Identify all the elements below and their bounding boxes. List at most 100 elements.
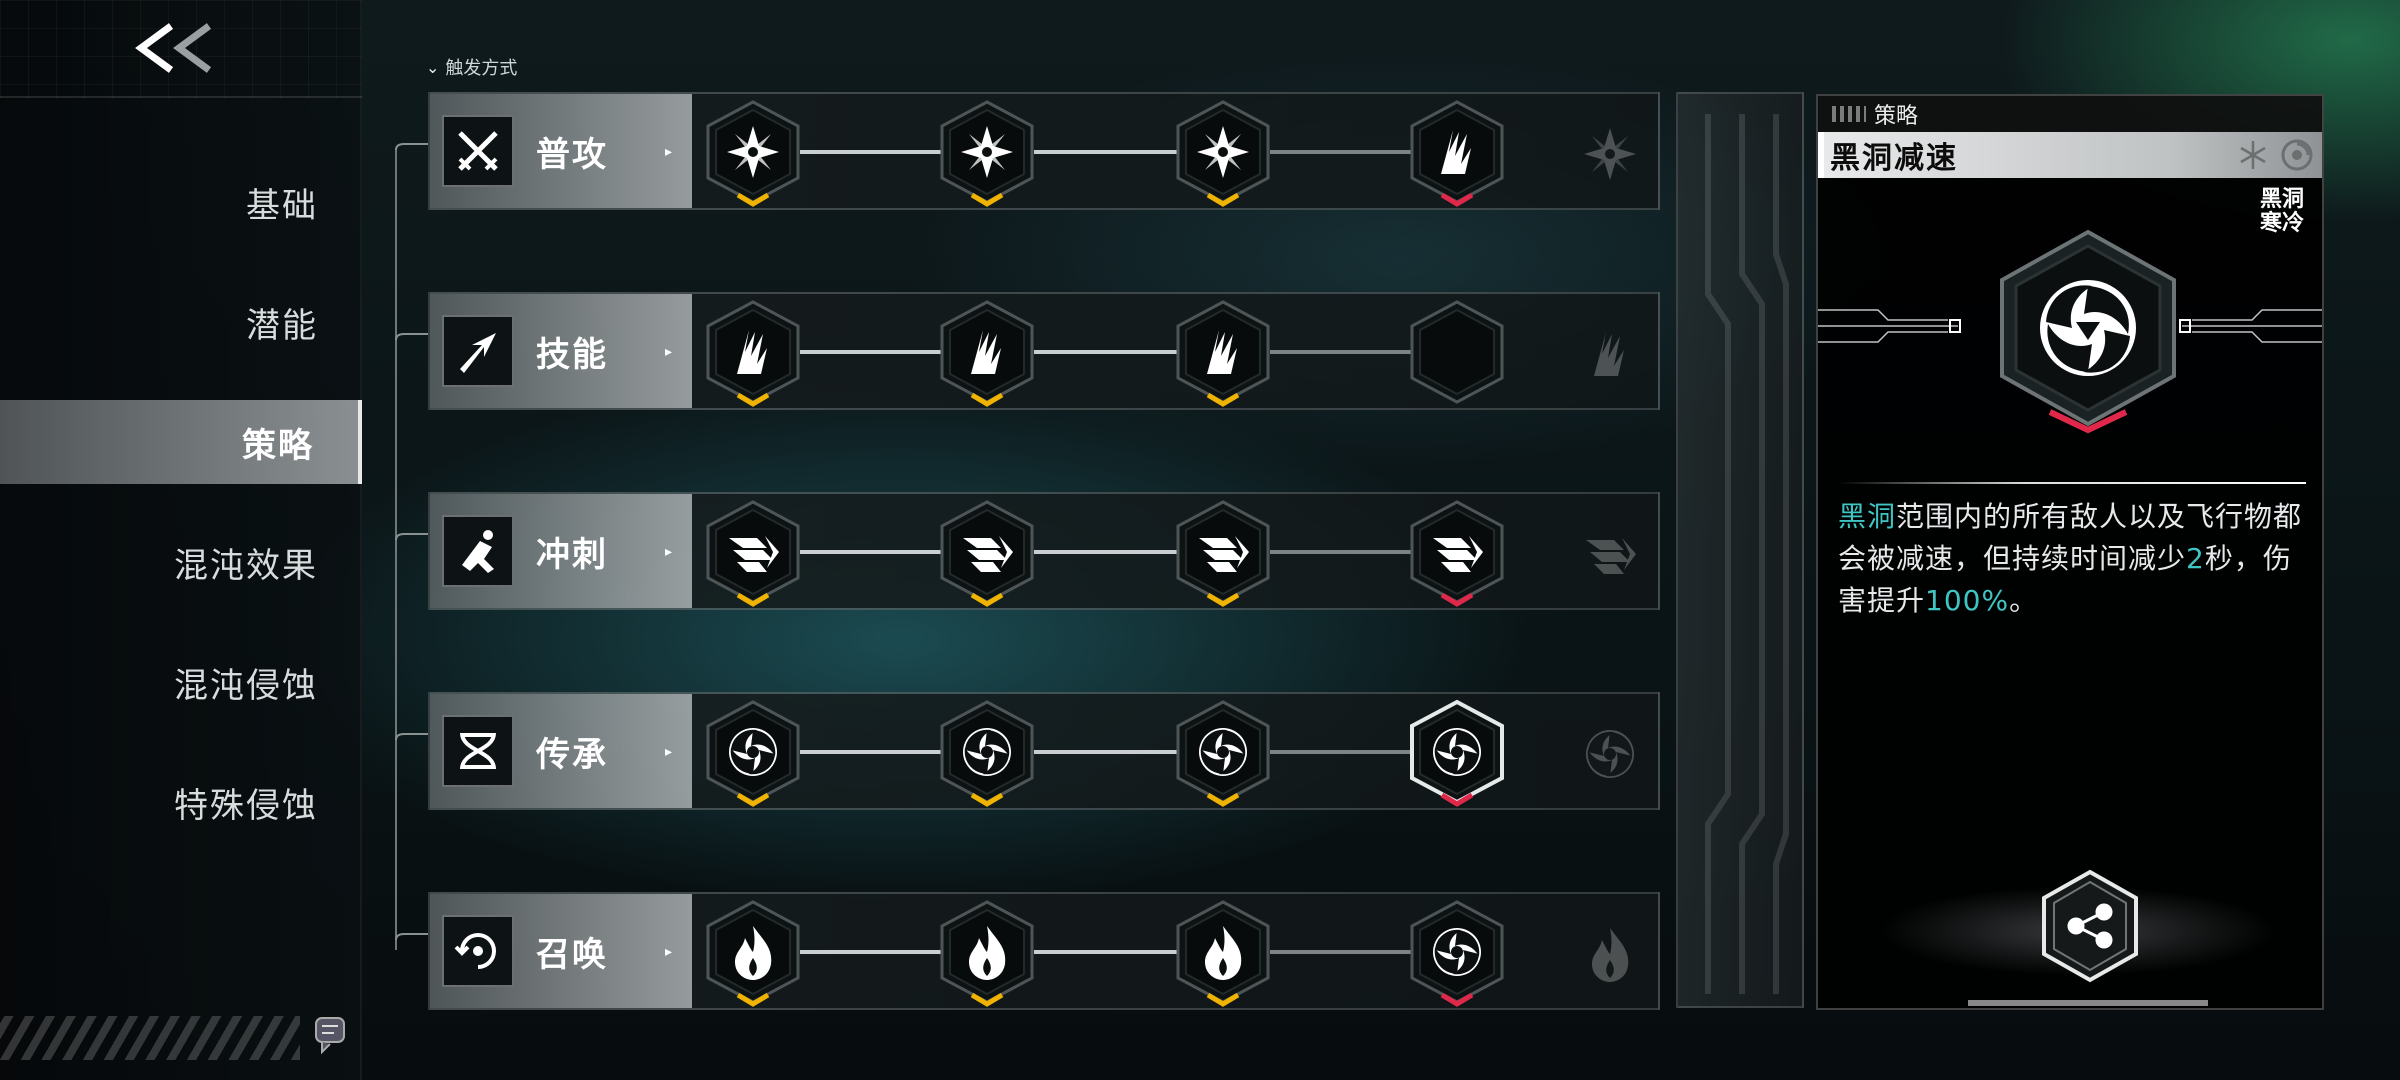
summon-icon xyxy=(442,915,514,987)
rank-chevron-icon xyxy=(736,593,770,607)
strategy-node[interactable] xyxy=(1402,498,1512,608)
arrow-right-icon: ▸ xyxy=(664,144,672,160)
rank-chevron-icon xyxy=(1440,593,1474,607)
strategy-row: 冲刺 ▸ xyxy=(428,492,1660,610)
rank-chevron-icon xyxy=(736,193,770,207)
desc-highlight: 2 xyxy=(2186,542,2205,575)
rank-chevron-icon xyxy=(1206,193,1240,207)
claw-slash-icon xyxy=(737,330,767,374)
flame-icon xyxy=(735,926,772,980)
strategy-row: 普攻 ▸ xyxy=(428,92,1660,210)
rank-chevron-icon xyxy=(1440,993,1474,1007)
rank-chevron-icon xyxy=(970,593,1004,607)
separator-line xyxy=(1838,482,2306,484)
strategy-node[interactable] xyxy=(932,898,1042,1008)
strategy-node[interactable] xyxy=(932,498,1042,608)
strategy-node[interactable] xyxy=(1402,698,1512,808)
node-link xyxy=(1034,350,1180,354)
desc-highlight: 黑洞 xyxy=(1838,500,1897,533)
double-chevron-left-icon xyxy=(135,23,212,73)
wing-dash-icon xyxy=(729,536,779,572)
trigger-type-label: 技能 xyxy=(536,334,608,375)
sidebar-item-potential[interactable]: 潜能 xyxy=(0,280,362,364)
wing-dash-icon xyxy=(963,536,1013,572)
node-link xyxy=(1270,750,1414,754)
node-link xyxy=(800,550,944,554)
locked-vortex-icon xyxy=(1580,724,1640,784)
chat-icon[interactable] xyxy=(310,1014,350,1058)
decorative-stripes xyxy=(0,1016,300,1060)
node-link xyxy=(800,350,944,354)
divider-panel xyxy=(1676,92,1804,1008)
strategy-node[interactable] xyxy=(932,98,1042,208)
strategy-node[interactable] xyxy=(698,98,808,208)
element-tag: 寒冷 xyxy=(2259,211,2304,236)
sidebar-item-label: 特殊侵蚀 xyxy=(174,785,318,826)
sidebar-item-basic[interactable]: 基础 xyxy=(0,160,362,244)
strategy-node[interactable] xyxy=(1402,98,1512,208)
strategy-node[interactable] xyxy=(1168,498,1278,608)
strategy-node[interactable] xyxy=(1402,898,1512,1008)
trigger-type-label: 传承 xyxy=(536,734,608,775)
strategy-node[interactable] xyxy=(932,298,1042,408)
trigger-mode-label: ⌄ 触发方式 xyxy=(426,54,517,80)
node-link xyxy=(1270,950,1414,954)
vortex-icon xyxy=(1433,928,1481,976)
rank-chevron-icon xyxy=(736,793,770,807)
snowflake-icon xyxy=(2240,141,2266,169)
detail-description: 黑洞范围内的所有敌人以及飞行物都会被减速，但持续时间减少2秒，伤害提升100%。 xyxy=(1838,496,2308,622)
strategy-node[interactable] xyxy=(698,498,808,608)
back-button[interactable] xyxy=(0,0,362,98)
strategy-node[interactable] xyxy=(698,698,808,808)
strategy-node[interactable] xyxy=(932,698,1042,808)
strategy-node[interactable] xyxy=(1168,698,1278,808)
double-chevron-down-icon: ⌄ xyxy=(426,57,440,77)
trigger-type-header: 普攻 ▸ xyxy=(430,94,692,208)
strategy-row: 召唤 ▸ xyxy=(428,892,1660,1010)
sidebar-item-chaos-effect[interactable]: 混沌效果 xyxy=(0,520,362,604)
vortex-icon xyxy=(1433,728,1481,776)
strategy-detail-panel: 策略 黑洞减速 黑洞 寒冷 黑洞范围内的所有敌人以及飞行物都会被减速，但持续时间… xyxy=(1816,94,2324,1010)
sidebar-item-special-erosion[interactable]: 特殊侵蚀 xyxy=(0,760,362,844)
share-button[interactable] xyxy=(2036,866,2144,986)
vortex-icon xyxy=(2281,139,2313,171)
empty-strategy-slot[interactable] xyxy=(1402,298,1512,408)
strategy-node[interactable] xyxy=(1168,298,1278,408)
rank-chevron-icon xyxy=(736,393,770,407)
scroll-indicator xyxy=(1968,1000,2208,1006)
flame-icon xyxy=(1205,926,1242,980)
circuit-wires-left xyxy=(1818,309,1961,343)
black-hole-slow-icon xyxy=(2000,229,2176,434)
sidebar-item-strategy[interactable]: 策略 xyxy=(0,400,362,484)
sidebar-item-label: 混沌效果 xyxy=(174,545,318,586)
trigger-mode-text: 触发方式 xyxy=(445,58,518,79)
locked-wing-dash-icon xyxy=(1580,524,1640,584)
strategy-node[interactable] xyxy=(698,298,808,408)
node-link xyxy=(1034,950,1180,954)
rank-chevron-icon xyxy=(1440,193,1474,207)
detail-title: 黑洞减速 xyxy=(1830,141,1958,176)
rank-chevron-icon xyxy=(970,393,1004,407)
sidebar-item-label: 潜能 xyxy=(246,305,318,346)
slash-arrow-icon xyxy=(442,315,514,387)
arrow-right-icon: ▸ xyxy=(664,744,672,760)
desc-text: 。 xyxy=(2009,584,2039,617)
rank-chevron-icon xyxy=(970,193,1004,207)
node-link xyxy=(1034,150,1180,154)
rank-chevron-icon xyxy=(736,993,770,1007)
sidebar-item-label: 基础 xyxy=(246,185,318,226)
desc-highlight: 100% xyxy=(1925,584,2010,617)
strategy-node[interactable] xyxy=(1168,98,1278,208)
rank-chevron-icon xyxy=(1440,793,1474,807)
strategy-node[interactable] xyxy=(1168,898,1278,1008)
sidebar-item-chaos-erosion[interactable]: 混沌侵蚀 xyxy=(0,640,362,724)
node-link xyxy=(1270,550,1414,554)
detail-category: 策略 xyxy=(1818,96,2322,132)
vortex-icon xyxy=(963,728,1011,776)
element-tags: 黑洞 寒冷 xyxy=(2260,188,2304,236)
rank-chevron-icon xyxy=(1206,993,1240,1007)
shuriken-icon xyxy=(961,126,1013,178)
node-link xyxy=(1270,350,1414,354)
trigger-type-header: 技能 ▸ xyxy=(430,294,692,408)
strategy-node[interactable] xyxy=(698,898,808,1008)
